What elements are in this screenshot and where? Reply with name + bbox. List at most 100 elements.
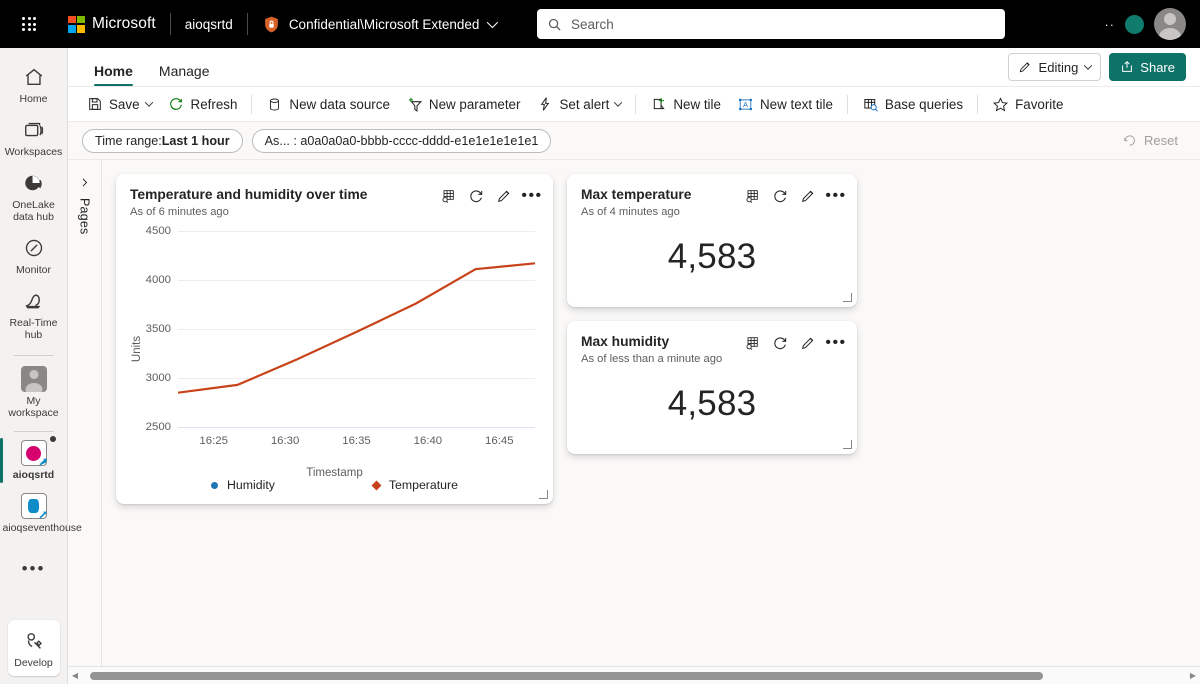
- more-options-icon[interactable]: •••: [825, 187, 845, 205]
- database-icon: [266, 96, 283, 113]
- resize-grip[interactable]: [843, 293, 853, 303]
- sidebar-item-workspaces[interactable]: Workspaces: [0, 111, 68, 164]
- microsoft-logo[interactable]: Microsoft: [68, 15, 156, 33]
- sidebar-item-real-time-hub[interactable]: Real-Time hub: [0, 282, 68, 347]
- sidebar-item-aioqseventhouse[interactable]: aioqseventhouse: [0, 487, 82, 540]
- avatar[interactable]: [1154, 8, 1186, 40]
- scroll-left-arrow[interactable]: ◀: [68, 671, 82, 680]
- editing-mode-button[interactable]: Editing: [1007, 53, 1102, 81]
- sidebar-item-monitor[interactable]: Monitor: [0, 229, 68, 282]
- pages-panel-collapsed: Pages: [68, 160, 102, 666]
- workspace-name[interactable]: aioqsrtd: [185, 17, 233, 32]
- share-icon: [1120, 60, 1134, 74]
- new-data-source-button[interactable]: New data source: [258, 90, 397, 118]
- reset-button[interactable]: Reset: [1122, 133, 1178, 148]
- refresh-icon[interactable]: [467, 187, 485, 205]
- more-options-icon[interactable]: •••: [825, 334, 845, 352]
- new-tile-button[interactable]: New tile: [642, 90, 729, 118]
- edit-pencil-icon[interactable]: [799, 187, 817, 205]
- pencil-icon: [1018, 60, 1032, 74]
- favorite-button[interactable]: Favorite: [984, 90, 1071, 118]
- base-queries-button[interactable]: Base queries: [854, 90, 971, 118]
- refresh-button[interactable]: Refresh: [160, 90, 246, 118]
- app-launcher-icon[interactable]: [14, 9, 44, 39]
- save-button[interactable]: Save: [78, 90, 160, 118]
- new-text-tile-icon: A: [737, 96, 754, 113]
- new-parameter-button[interactable]: New parameter: [398, 90, 529, 118]
- tab-manage[interactable]: Manage: [149, 57, 220, 86]
- tile-header: Temperature and humidity over time As of…: [116, 174, 553, 219]
- new-text-tile-button[interactable]: A New text tile: [729, 90, 841, 118]
- search-icon: [547, 17, 562, 32]
- scroll-track[interactable]: [82, 668, 1186, 683]
- y-axis-tick: 4500: [145, 225, 171, 237]
- set-alert-button[interactable]: Set alert: [528, 90, 629, 118]
- x-axis-tick: 16:35: [342, 435, 371, 447]
- kpi-column: Max temperature As of 4 minutes ago ••• …: [567, 174, 857, 504]
- legend-item-temperature[interactable]: Temperature: [371, 478, 458, 492]
- explore-data-icon[interactable]: [743, 334, 761, 352]
- legend-item-humidity[interactable]: Humidity: [211, 478, 275, 492]
- series-line-temperature: [178, 262, 535, 394]
- kpi-value: 4,583: [667, 237, 757, 276]
- main-region: Home Manage Editing Share Save Refresh N…: [68, 48, 1200, 684]
- tile-titles: Max temperature As of 4 minutes ago: [581, 186, 743, 219]
- home-icon: [21, 64, 47, 90]
- tile-actions: •••: [439, 186, 541, 205]
- copilot-icon[interactable]: [1125, 14, 1144, 34]
- tile-max-humidity[interactable]: Max humidity As of less than a minute ag…: [567, 321, 857, 454]
- tile-titles: Max humidity As of less than a minute ag…: [581, 333, 743, 366]
- explore-data-icon[interactable]: [439, 187, 457, 205]
- develop-button[interactable]: Develop: [7, 620, 60, 676]
- time-range-value: Last 1 hour: [161, 133, 230, 148]
- divider: [13, 355, 54, 356]
- cmd-label: New parameter: [428, 96, 521, 112]
- time-range-pill[interactable]: Time range: Last 1 hour: [82, 128, 243, 153]
- x-axis-tick: 16:45: [485, 435, 514, 447]
- my-workspace-avatar-icon: [20, 366, 47, 392]
- divider: [635, 94, 637, 114]
- tile-actions: •••: [743, 186, 845, 205]
- chevron-right-icon[interactable]: [75, 172, 95, 192]
- sidebar-item-label: Home: [19, 93, 48, 105]
- sidebar-item-my-workspace[interactable]: My workspace: [0, 360, 68, 425]
- tab-home[interactable]: Home: [84, 57, 143, 86]
- line-chart: Units 2500 3000 3500 4000 4500 16:25 16:30 16:3…: [116, 223, 553, 479]
- refresh-icon[interactable]: [771, 334, 789, 352]
- tile-temperature-humidity-over-time[interactable]: Temperature and humidity over time As of…: [116, 174, 553, 504]
- parameter-pill[interactable]: As... : a0a0a0a0-bbbb-cccc-dddd-e1e1e1e1…: [251, 128, 552, 153]
- pages-label[interactable]: Pages: [78, 198, 92, 234]
- time-range-prefix: Time range:: [95, 133, 162, 148]
- scroll-right-arrow[interactable]: ▶: [1186, 671, 1200, 680]
- y-axis-label: Units: [131, 335, 144, 363]
- share-button[interactable]: Share: [1109, 53, 1186, 81]
- refresh-icon[interactable]: [771, 187, 789, 205]
- sidebar-item-aioqsrtd[interactable]: aioqsrtd: [0, 434, 68, 487]
- resize-grip[interactable]: [843, 440, 853, 450]
- topbar-right-cluster: ··: [1104, 0, 1186, 48]
- sensitivity-label-button[interactable]: Confidential\Microsoft Extended: [262, 15, 499, 34]
- more-ellipsis-icon[interactable]: •••: [0, 554, 68, 583]
- chevron-down-icon: [144, 98, 153, 107]
- horizontal-scroll-thumb[interactable]: [90, 671, 1043, 680]
- edit-pencil-icon[interactable]: [799, 334, 817, 352]
- sidebar-item-label: My workspace: [8, 395, 59, 419]
- new-tile-icon: [650, 96, 667, 113]
- sidebar-item-home[interactable]: Home: [0, 58, 68, 111]
- sidebar-item-label: Monitor: [15, 264, 51, 276]
- horizontal-scrollbar[interactable]: ◀ ▶: [68, 666, 1200, 684]
- tile-max-temperature[interactable]: Max temperature As of 4 minutes ago ••• …: [567, 174, 857, 307]
- explore-data-icon[interactable]: [743, 187, 761, 205]
- alert-bolt-icon: [536, 96, 553, 113]
- legend-label: Humidity: [227, 478, 275, 492]
- resize-grip[interactable]: [539, 490, 549, 500]
- sensitivity-label-text: Confidential\Microsoft Extended: [288, 16, 480, 32]
- edit-pencil-icon[interactable]: [495, 187, 513, 205]
- share-label: Share: [1140, 59, 1175, 75]
- tile-actions: •••: [743, 333, 845, 352]
- new-parameter-icon: [406, 96, 423, 113]
- sidebar-item-onelake-data-hub[interactable]: OneLake data hub: [0, 164, 68, 229]
- search-input[interactable]: Search: [537, 9, 1005, 39]
- more-options-icon[interactable]: •••: [521, 187, 541, 205]
- tile-titles: Temperature and humidity over time As of…: [130, 186, 439, 219]
